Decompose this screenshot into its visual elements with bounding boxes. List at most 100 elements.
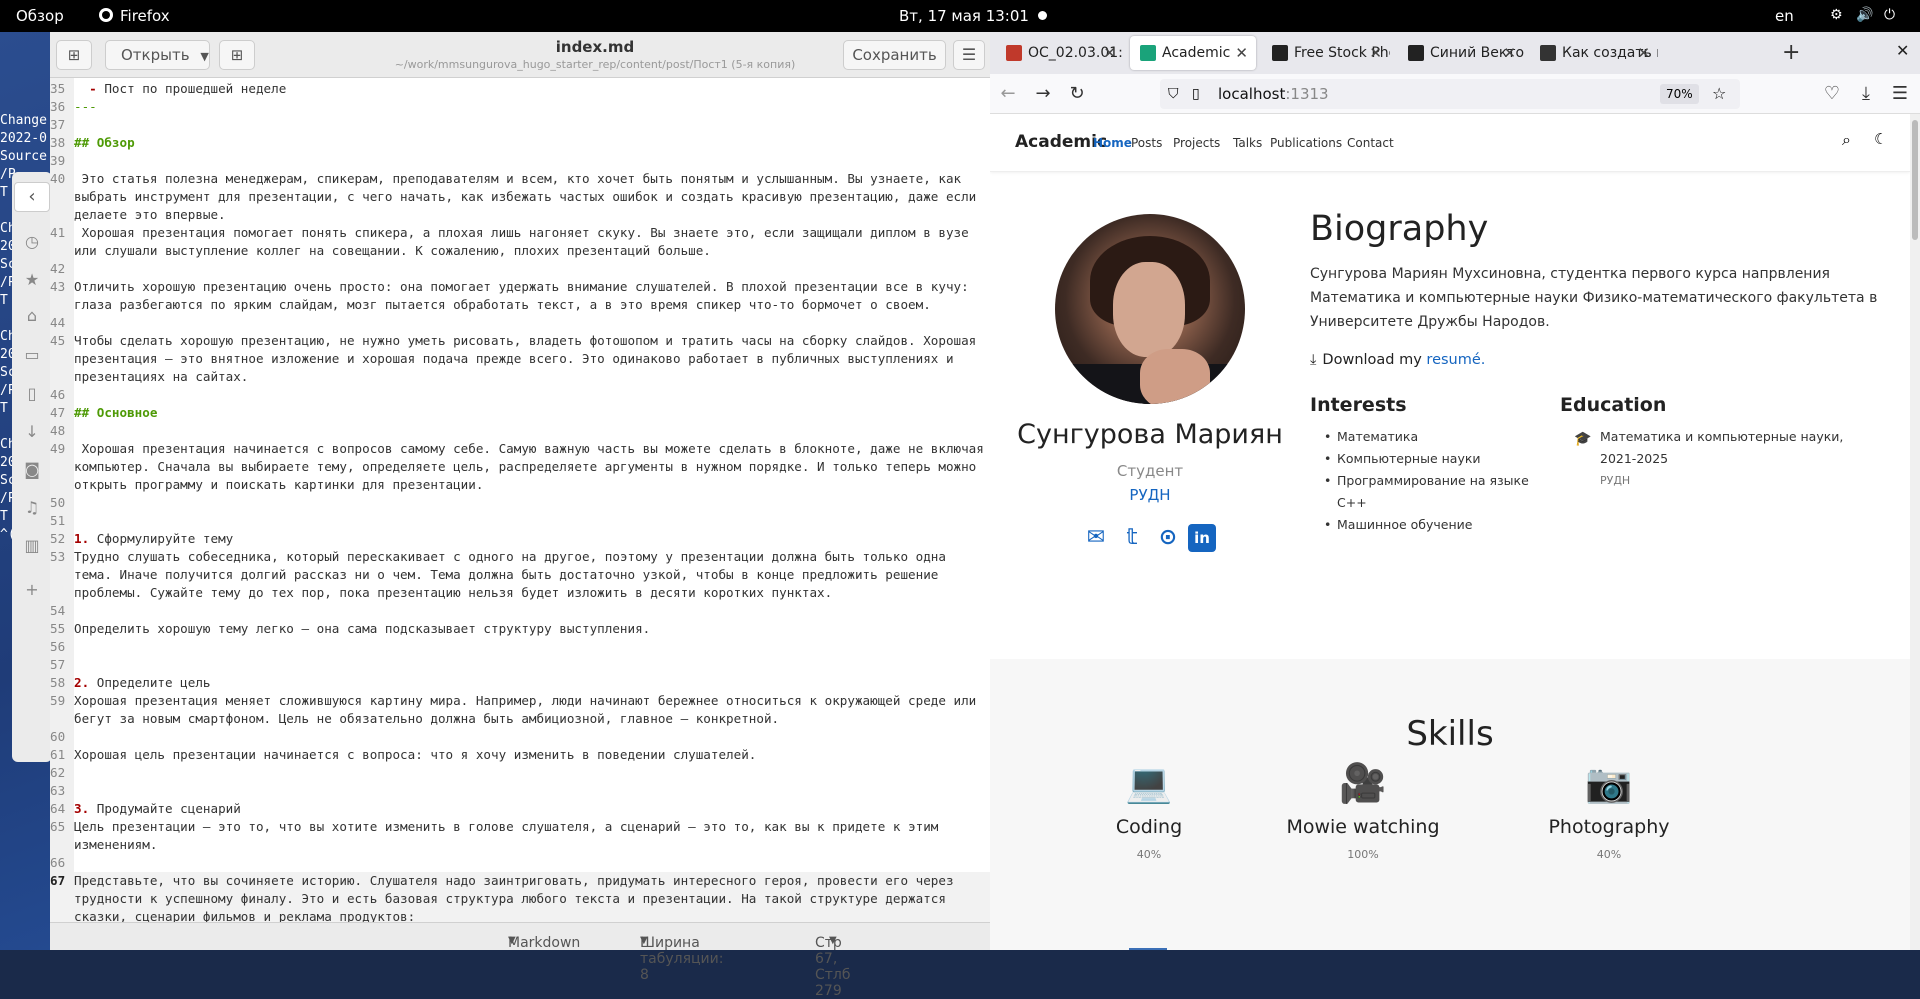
editor-line[interactable]: 53 Трудно слушать собеседника, который пе…	[50, 548, 990, 566]
editor-line[interactable]: глаза разбегаются по ярким слайдам, мозг…	[50, 296, 990, 314]
editor-line[interactable]: 65 Цель презентации — это то, что вы хоти…	[50, 818, 990, 836]
editor-line[interactable]: 60	[50, 728, 990, 746]
nav-link-home[interactable]: Home	[1093, 136, 1132, 150]
new-tab-button[interactable]: +	[1782, 40, 1800, 65]
editor-text-area[interactable]: 35 - Пост по прошедшей неделе 36 --- 37 38 ##…	[50, 78, 990, 922]
editor-line[interactable]: 37	[50, 116, 990, 134]
save-button[interactable]: Сохранить	[843, 40, 946, 70]
editor-line[interactable]: 61 Хорошая цель презентации начинается с …	[50, 746, 990, 764]
editor-line[interactable]: 38 ## Обзор	[50, 134, 990, 152]
nav-link-talks[interactable]: Talks	[1233, 136, 1262, 150]
scrollbar-thumb[interactable]	[1912, 120, 1918, 240]
close-tab-icon[interactable]: ✕	[1369, 36, 1382, 70]
trash-icon[interactable]: ▥	[22, 536, 42, 556]
back-icon[interactable]: ←	[996, 82, 1020, 106]
linkedin-icon[interactable]: in	[1188, 524, 1216, 552]
close-tab-icon[interactable]: ✕	[1637, 36, 1650, 70]
editor-line[interactable]: 56	[50, 638, 990, 656]
editor-line[interactable]: 45 Чтобы сделать хорошую презентацию, не …	[50, 332, 990, 350]
editor-line[interactable]: трудности к успешному финалу. Это и есть…	[50, 890, 990, 908]
resume-link[interactable]: resumé.	[1426, 352, 1485, 368]
close-tab-icon[interactable]: ✕	[1103, 36, 1116, 70]
editor-line[interactable]: 39	[50, 152, 990, 170]
editor-line[interactable]: презентациях на сайтах.	[50, 368, 990, 386]
pocket-icon[interactable]: ♡	[1820, 82, 1844, 106]
editor-line[interactable]: бегут за новым смартфоном. Цель не обяза…	[50, 710, 990, 728]
app-menu[interactable]: Firefox	[120, 7, 170, 25]
editor-line[interactable]: 35 - Пост по прошедшей неделе	[50, 80, 990, 98]
tab-s[interactable]: Синий Векторн✕	[1398, 36, 1524, 70]
editor-line[interactable]: 42	[50, 260, 990, 278]
shield-icon[interactable]: ⛉	[1168, 79, 1179, 109]
nav-link-publications[interactable]: Publications	[1270, 136, 1342, 150]
search-icon[interactable]: ⌕	[1842, 130, 1851, 150]
star-icon[interactable]: ★	[22, 270, 42, 290]
url-text[interactable]: localhost:1313	[1218, 79, 1329, 109]
editor-line[interactable]: 63	[50, 782, 990, 800]
back-arrow-icon[interactable]: ‹	[14, 182, 50, 212]
page-icon[interactable]: ▯	[1192, 79, 1200, 109]
new-tab-icon[interactable]: ⊞	[56, 40, 92, 70]
power-icon[interactable]: ⏻	[1884, 7, 1895, 23]
close-window-icon[interactable]: ✕	[1896, 41, 1909, 60]
volume-icon[interactable]: 🔊	[1856, 7, 1873, 23]
close-tab-icon[interactable]: ✕	[1503, 36, 1516, 70]
tab-pexels[interactable]: Free Stock Photo✕	[1262, 36, 1390, 70]
home-icon[interactable]: ⌂	[22, 306, 42, 326]
new-document-icon[interactable]: ⊞	[219, 40, 255, 70]
editor-line[interactable]: 64 3. Продумайте сценарий	[50, 800, 990, 818]
editor-line[interactable]: 44	[50, 314, 990, 332]
editor-line[interactable]: 40 Это статья полезна менеджерам, спикер…	[50, 170, 990, 188]
dark-mode-icon[interactable]: ☾	[1874, 130, 1887, 148]
documents-icon[interactable]: ▯	[22, 384, 42, 404]
editor-line[interactable]: тема. Иначе получится долгий рассказ ни …	[50, 566, 990, 584]
hamburger-menu-icon[interactable]: ☰	[953, 40, 985, 70]
editor-line[interactable]: 43 Отличить хорошую презентацию очень про…	[50, 278, 990, 296]
pictures-icon[interactable]: ◙	[22, 460, 42, 480]
network-icon[interactable]: ⚙	[1830, 7, 1843, 23]
email-icon[interactable]: ✉	[1082, 524, 1110, 552]
reload-icon[interactable]: ↻	[1065, 82, 1089, 106]
close-tab-icon[interactable]: ✕	[1235, 36, 1248, 70]
add-location-icon[interactable]: +	[22, 580, 42, 600]
editor-line[interactable]: открыть программу и поискать картинки дл…	[50, 476, 990, 494]
tab-question[interactable]: Как создать пре✕	[1530, 36, 1658, 70]
editor-line[interactable]: 48	[50, 422, 990, 440]
open-button[interactable]: Открыть ▼	[105, 40, 210, 70]
tab-doc[interactable]: OC_02.03.01: Эт✕	[996, 36, 1124, 70]
bookmark-star-icon[interactable]: ☆	[1712, 79, 1726, 109]
editor-line[interactable]: 50	[50, 494, 990, 512]
editor-line[interactable]: 41 Хорошая презентация помогает понять с…	[50, 224, 990, 242]
editor-line[interactable]: проблемы. Сужайте тему до тех пор, пока …	[50, 584, 990, 602]
github-icon[interactable]: ⊙	[1154, 524, 1182, 552]
editor-line[interactable]: компьютер. Сначала вы выбираете тему, оп…	[50, 458, 990, 476]
profile-organization-link[interactable]: РУДН	[990, 486, 1310, 504]
activities-button[interactable]: Обзор	[16, 7, 64, 25]
editor-line[interactable]: 66	[50, 854, 990, 872]
page-scrollbar[interactable]	[1910, 114, 1920, 950]
downloads-icon[interactable]: ↓	[22, 422, 42, 442]
editor-line[interactable]: 62	[50, 764, 990, 782]
tab-academic[interactable]: Academic ✕	[1130, 36, 1256, 70]
editor-line[interactable]: 58 2. Определите цель	[50, 674, 990, 692]
editor-line[interactable]: 51	[50, 512, 990, 530]
clock[interactable]: Вт, 17 мая 13:01	[899, 7, 1029, 25]
editor-line[interactable]: сказки, сценарии фильмов и реклама проду…	[50, 908, 990, 922]
editor-line[interactable]: 59 Хорошая презентация меняет сложившуюся…	[50, 692, 990, 710]
editor-line[interactable]: 54	[50, 602, 990, 620]
menu-icon[interactable]: ☰	[1888, 82, 1912, 106]
twitter-icon[interactable]: 𝕥	[1118, 524, 1146, 552]
forward-icon[interactable]: →	[1031, 82, 1055, 106]
editor-line[interactable]: изменениям.	[50, 836, 990, 854]
url-bar[interactable]: ⛉ ▯ localhost:1313 70% ☆	[1160, 79, 1740, 109]
nav-link-posts[interactable]: Posts	[1131, 136, 1162, 150]
nav-link-contact[interactable]: Contact	[1347, 136, 1394, 150]
downloads-icon[interactable]: ⤓	[1854, 82, 1878, 106]
firefox-app-icon[interactable]	[98, 7, 114, 27]
editor-line[interactable]: 52 1. Сформулируйте тему	[50, 530, 990, 548]
music-icon[interactable]: ♫	[22, 498, 42, 518]
editor-line[interactable]: 57	[50, 656, 990, 674]
language-indicator[interactable]: en	[1775, 7, 1794, 25]
zoom-badge[interactable]: 70%	[1660, 84, 1699, 104]
editor-line[interactable]: 55 Определить хорошую тему легко — она са…	[50, 620, 990, 638]
